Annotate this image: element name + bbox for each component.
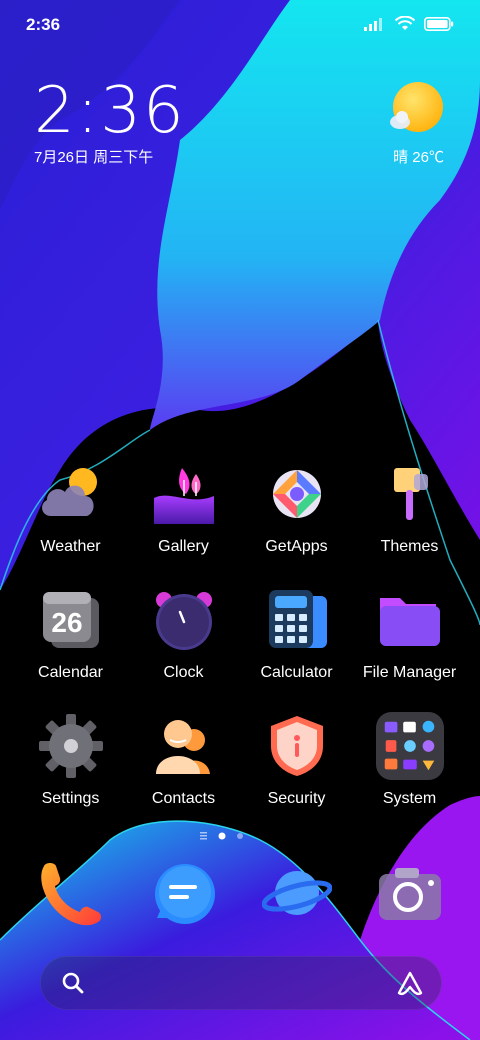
app-calendar[interactable]: 26 Calendar xyxy=(14,586,127,682)
app-label: System xyxy=(382,790,437,807)
search-bar[interactable] xyxy=(40,956,442,1010)
status-icons xyxy=(364,16,454,31)
sun-cloud-icon xyxy=(390,82,443,132)
camera-icon[interactable] xyxy=(375,858,445,928)
gallery-icon xyxy=(150,460,218,528)
wifi-icon xyxy=(395,16,415,30)
app-calculator[interactable]: Calculator xyxy=(240,586,353,682)
status-bar: 2:36 xyxy=(0,0,480,50)
clock-icon xyxy=(150,586,218,654)
app-label: Weather xyxy=(40,538,101,555)
app-clock[interactable]: Clock xyxy=(127,586,240,682)
app-label: Gallery xyxy=(158,538,209,555)
weather-icon xyxy=(37,460,105,528)
app-label: Clock xyxy=(163,664,204,681)
themes-brush-icon xyxy=(376,460,444,528)
app-file-manager[interactable]: File Manager xyxy=(353,586,466,682)
page-dot xyxy=(237,833,243,839)
gear-icon xyxy=(37,712,105,780)
dock xyxy=(14,858,466,928)
widget-time: 2:36 xyxy=(34,74,186,148)
app-weather[interactable]: Weather xyxy=(14,460,127,556)
getapps-icon xyxy=(263,460,331,528)
search-icon[interactable] xyxy=(61,971,85,995)
app-label: File Manager xyxy=(362,664,457,681)
app-settings[interactable]: Settings xyxy=(14,712,127,808)
clock-widget[interactable]: 2:36 7月26日 周三下午 xyxy=(34,78,186,167)
calendar-icon-date: 26 xyxy=(51,607,82,638)
folder-icon xyxy=(376,586,444,654)
battery-icon xyxy=(424,16,454,31)
app-label: Themes xyxy=(380,538,439,555)
app-label: GetApps xyxy=(265,538,328,555)
browser-planet-icon[interactable] xyxy=(261,858,332,928)
app-security[interactable]: Security xyxy=(240,712,353,808)
signal-icon xyxy=(364,17,382,31)
phone-icon[interactable] xyxy=(36,858,106,928)
app-label: Calendar xyxy=(38,664,103,681)
calculator-icon xyxy=(263,586,331,654)
calendar-icon: 26 xyxy=(37,586,105,654)
status-time: 2:36 xyxy=(26,15,61,34)
app-gallery[interactable]: Gallery xyxy=(127,460,240,556)
app-system-folder[interactable]: System xyxy=(353,712,466,808)
shield-icon xyxy=(263,712,331,780)
folder-grid-icon xyxy=(375,712,444,780)
app-label: Security xyxy=(267,790,326,807)
widget-date: 7月26日 周三下午 xyxy=(34,149,154,166)
app-themes[interactable]: Themes xyxy=(353,460,466,556)
assistant-icon[interactable] xyxy=(395,969,425,999)
app-label: Settings xyxy=(41,790,100,807)
app-label: Calculator xyxy=(260,664,333,681)
app-label: Contacts xyxy=(151,790,216,807)
app-contacts[interactable]: Contacts xyxy=(127,712,240,808)
app-getapps[interactable]: GetApps xyxy=(240,460,353,556)
app-grid: Weather Gallery GetApps Themes 26 Calend… xyxy=(14,460,466,808)
contacts-icon xyxy=(150,712,218,780)
page-indicator-home xyxy=(200,832,207,840)
weather-text: 晴 26℃ xyxy=(393,149,444,166)
page-indicator[interactable] xyxy=(200,831,250,841)
messages-icon[interactable] xyxy=(149,858,219,928)
page-dot-current xyxy=(218,832,226,840)
